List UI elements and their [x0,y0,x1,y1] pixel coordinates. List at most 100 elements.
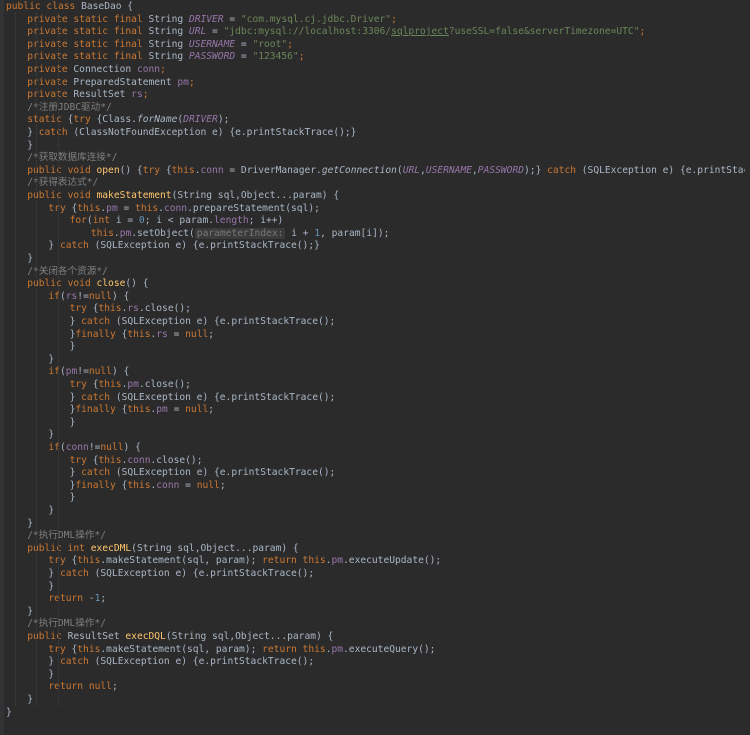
code-line[interactable]: } [70,491,76,504]
code-line[interactable]: /*注册JDBC驱动*/ [27,101,112,114]
editor-gutter[interactable] [0,0,4,735]
code-line[interactable]: /*获得表达式*/ [27,176,98,189]
code-token: try [69,454,93,466]
code-token: = [235,51,253,63]
code-line[interactable]: if(rs!=null) { [48,290,129,303]
code-line[interactable]: private static final String URL = "jdbc:… [27,25,645,38]
code-token: } [48,668,55,680]
code-line[interactable]: return null; [48,680,117,693]
code-line[interactable]: public ResultSet execDQL(String sql,Obje… [27,630,333,643]
code-token: catch [38,127,74,138]
code-token: i = [115,215,139,227]
code-token: try [69,303,93,315]
code-line[interactable]: } [48,504,54,517]
code-line[interactable]: for(int i = 0; i < param.length; i++) [70,214,284,227]
code-line[interactable]: private static final String DRIVER = "co… [27,13,397,26]
code-line[interactable]: } catch (ClassNotFoundException e) {e.pr… [27,126,356,139]
code-line[interactable]: /*执行DML操作*/ [27,617,106,630]
code-line[interactable]: } [27,693,33,706]
code-line[interactable]: } catch (SQLException e) {e.printStackTr… [48,655,314,668]
code-line[interactable]: } [27,139,33,152]
code-line[interactable]: private Connection conn; [27,63,166,76]
code-line[interactable]: } [48,428,54,441]
code-line[interactable]: public void makeStatement(String sql,Obj… [27,189,339,202]
code-line[interactable]: } catch (SQLException e) {e.printStackTr… [70,315,336,328]
code-line[interactable]: public class BaseDao { [6,0,133,13]
code-line[interactable]: private ResultSet rs; [27,88,148,101]
code-line[interactable]: try {this.makeStatement(sql, param); ret… [48,643,435,656]
code-token: USERNAME [188,38,236,50]
code-line[interactable]: } [27,252,33,265]
code-line[interactable]: } [70,416,76,429]
code-token: conn [200,164,224,176]
code-token: ?useSSL=false&serverTimezone=UTC" [448,26,640,38]
code-line[interactable]: public void close() { [27,277,148,290]
code-token: (SQLException e) {e.printStackTrace(); [115,391,336,403]
code-line[interactable]: if(pm!=null) { [48,365,129,378]
code-line[interactable]: try {this.rs.close(); [70,302,191,315]
code-line[interactable]: }finally {this.rs = null; [70,328,214,341]
code-line[interactable]: } catch (SQLException e) {e.printStackTr… [48,567,314,580]
code-token: catch [547,164,582,176]
code-token: PASSWORD [188,51,236,63]
code-token: catch [81,467,116,479]
parameter-hint: parameterIndex: [194,227,286,239]
code-line[interactable]: try {this.makeStatement(sql, param); ret… [48,554,441,567]
code-line[interactable]: if(conn!=null) { [48,441,140,454]
code-token: DRIVER [188,13,224,25]
code-token: ; [219,479,226,491]
code-token: ResultSet [73,89,132,101]
code-line[interactable]: }finally {this.conn = null; [70,479,226,492]
code-line[interactable]: } catch (SQLException e) {e.printStackTr… [70,391,336,404]
code-token: i + [285,227,315,239]
code-line[interactable]: } [48,668,54,681]
code-line[interactable]: private static final String PASSWORD = "… [27,50,304,63]
code-token: () { [125,278,149,290]
code-line[interactable]: try {this.pm = this.conn.prepareStatemen… [48,202,320,215]
code-token: static [27,114,68,126]
code-token: try [48,555,72,567]
code-token: (SQLException e) {e.printStackTrace();} [581,164,750,176]
code-line[interactable]: /*执行DML操作*/ [27,529,106,542]
code-token: .close(); [138,379,191,390]
code-token: ); [217,114,230,126]
code-line[interactable]: } [27,517,33,530]
code-line[interactable]: } catch (SQLException e) {e.printStackTr… [70,466,336,479]
code-line[interactable]: } [6,706,12,719]
code-line[interactable]: public int execDML(String sql,Object...p… [27,542,299,555]
code-token: ; [100,593,107,605]
code-token: conn [136,64,161,75]
code-token: ; [391,13,397,25]
indent-guide [36,13,38,706]
code-line[interactable]: } [48,580,54,593]
code-token: ResultSet [67,631,126,642]
code-editor[interactable]: public class BaseDao {private static fin… [0,0,750,735]
code-line[interactable]: } [27,605,33,618]
code-line[interactable]: private PreparedStatement pm; [27,76,195,89]
code-line[interactable]: try {this.pm.close(); [70,378,191,391]
code-line[interactable]: private static final String USERNAME = "… [27,38,293,51]
code-line[interactable]: this.pm.setObject(parameterIndex: i + 1,… [91,227,389,240]
code-token: } [48,429,55,441]
code-line[interactable]: }finally {this.pm = null; [70,403,214,416]
vertical-scrollbar[interactable] [745,0,750,735]
code-token: null [88,366,112,378]
code-token: pm [331,643,344,655]
code-token: } [48,505,55,516]
code-line[interactable]: try {this.conn.close(); [70,454,203,467]
code-token: private static final [27,38,149,50]
code-token: pm [177,76,189,88]
code-line[interactable]: } [70,340,76,353]
code-line[interactable]: } catch (SQLException e) {e.printStackTr… [48,239,319,252]
code-line[interactable]: /*关闭各个资源*/ [27,265,108,278]
code-token: != [77,366,89,378]
code-token: } [69,492,76,504]
code-token: finally [75,479,122,491]
code-line[interactable]: } [48,353,54,366]
code-token: null [185,328,209,340]
code-line[interactable]: /*获取数据库连接*/ [27,151,117,164]
code-token: this [98,454,122,466]
code-line[interactable]: public void open() {try {this.conn = Dri… [27,164,750,177]
code-token: catch [59,656,95,668]
code-token: close [96,278,126,290]
